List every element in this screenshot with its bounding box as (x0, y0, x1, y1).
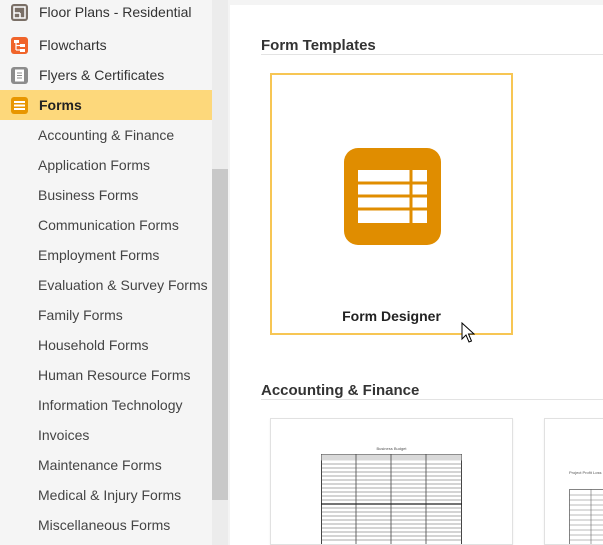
subcategory-label: Information Technology (38, 397, 183, 413)
subcategory-invoices[interactable]: Invoices (0, 420, 212, 450)
section-divider (261, 399, 603, 400)
thumbnail-title: Business Budget (376, 446, 407, 451)
section-divider (261, 54, 603, 55)
subcategory-label: Accounting & Finance (38, 127, 175, 143)
flowchart-icon (11, 36, 28, 54)
subcategory-label: Maintenance Forms (38, 457, 162, 473)
sidebar-item-label: Flyers & Certificates (39, 67, 165, 83)
form-designer-label: Form Designer (342, 308, 441, 324)
subcategory-human-resource-forms[interactable]: Human Resource Forms (0, 360, 212, 390)
sidebar-item-floor-plans[interactable]: Floor Plans - Residential (0, 0, 212, 30)
subcategory-miscellaneous-forms[interactable]: Miscellaneous Forms (0, 510, 212, 540)
subcategory-label: Family Forms (38, 307, 123, 323)
subcategory-label: Application Forms (38, 157, 151, 173)
template-thumbnail-business-budget[interactable]: Business Budget (270, 418, 513, 545)
subcategory-label: Evaluation & Survey Forms (38, 277, 208, 293)
subcategory-label: Invoices (38, 427, 90, 443)
sidebar-item-flowcharts[interactable]: Flowcharts (0, 30, 212, 60)
subcategory-label: Household Forms (38, 337, 149, 353)
subcategory-label: Communication Forms (38, 217, 179, 233)
flyer-icon (11, 66, 28, 84)
form-designer-card[interactable]: Form Designer (270, 73, 513, 335)
subcategory-label: Human Resource Forms (38, 367, 191, 383)
sidebar-item-label: Flowcharts (39, 37, 107, 53)
subcategory-evaluation-survey-forms[interactable]: Evaluation & Survey Forms (0, 270, 212, 300)
subcategory-medical-injury-forms[interactable]: Medical & Injury Forms (0, 480, 212, 510)
forms-icon (11, 96, 28, 114)
subcategory-label: Employment Forms (38, 247, 160, 263)
sidebar-item-label: Floor Plans - Residential (39, 4, 192, 20)
thumbnail-table-preview (569, 489, 603, 544)
subcategory-application-forms[interactable]: Application Forms (0, 150, 212, 180)
sidebar-item-label: Forms (39, 97, 82, 113)
subcategory-accounting-finance[interactable]: Accounting & Finance (0, 120, 212, 150)
subcategory-communication-forms[interactable]: Communication Forms (0, 210, 212, 240)
section-title-form-templates: Form Templates (261, 37, 376, 54)
scrollbar-thumb[interactable] (212, 169, 228, 500)
form-designer-icon (344, 148, 441, 245)
subcategory-family-forms[interactable]: Family Forms (0, 300, 212, 330)
category-list: Floor Plans - Residential Flowcharts Fly… (0, 0, 212, 540)
subcategory-business-forms[interactable]: Business Forms (0, 180, 212, 210)
subcategory-label: Miscellaneous Forms (38, 517, 171, 533)
subcategory-employment-forms[interactable]: Employment Forms (0, 240, 212, 270)
sidebar: Floor Plans - Residential Flowcharts Fly… (0, 0, 228, 545)
sidebar-item-flyers-certificates[interactable]: Flyers & Certificates (0, 60, 212, 90)
template-thumbnail-profit-loss[interactable]: Project Profit Loss (544, 418, 603, 545)
subcategory-household-forms[interactable]: Household Forms (0, 330, 212, 360)
subcategory-label: Business Forms (38, 187, 139, 203)
subcategory-information-technology[interactable]: Information Technology (0, 390, 212, 420)
sidebar-item-forms[interactable]: Forms (0, 90, 212, 120)
thumbnail-table-preview (321, 454, 462, 544)
thumbnail-title: Project Profit Loss (569, 470, 602, 475)
subcategory-maintenance-forms[interactable]: Maintenance Forms (0, 450, 212, 480)
sidebar-scrollbar[interactable] (212, 0, 228, 545)
subcategory-label: Medical & Injury Forms (38, 487, 182, 503)
floor-plan-icon (11, 3, 28, 21)
section-title-accounting-finance: Accounting & Finance (261, 382, 420, 399)
